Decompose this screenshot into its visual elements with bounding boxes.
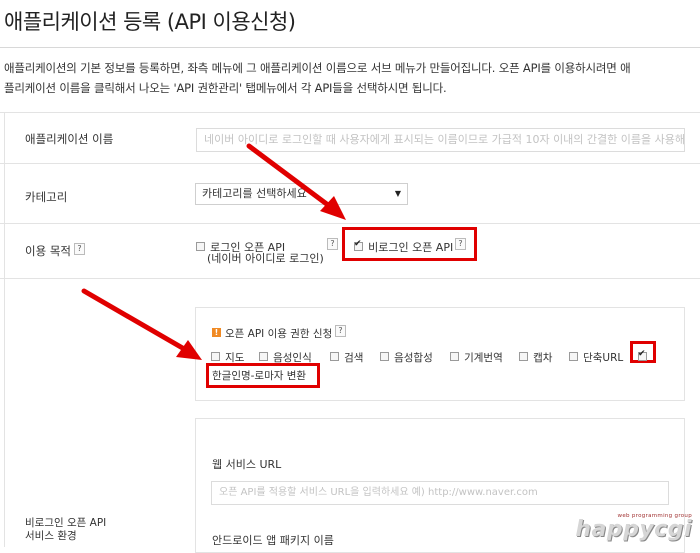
- page-description-line-2: 플리케이션 이름을 클릭해서 나오는 'API 권한관리' 탭메뉴에서 각 AP…: [4, 81, 447, 95]
- watermark-logo: web programming group happycgi: [575, 513, 692, 541]
- checkbox-icon[interactable]: [450, 352, 459, 361]
- app-name-input[interactable]: 네이버 아이디로 로그인할 때 사용자에게 표시되는 이름이므로 가급적 10자…: [196, 128, 685, 152]
- android-package-label: 안드로이드 앱 패키지 이름: [212, 534, 334, 547]
- chevron-down-icon: ▼: [394, 189, 401, 198]
- row-divider: [0, 278, 700, 279]
- permission-item-speech-synthesis[interactable]: 음성합성: [380, 346, 433, 365]
- warning-icon: !: [212, 328, 221, 337]
- row-divider: [0, 163, 700, 164]
- form-left-border: [4, 112, 5, 547]
- permission-item-label: 캡차: [533, 352, 553, 364]
- category-selected-value: 카테고리를 선택하세요: [202, 187, 307, 200]
- login-api-sublabel: (네이버 아이디로 로그인): [207, 252, 324, 265]
- checkbox-icon[interactable]: [196, 242, 205, 251]
- category-select[interactable]: 카테고리를 선택하세요 ▼: [195, 183, 408, 205]
- app-name-label: 애플리케이션 이름: [25, 132, 114, 146]
- nonlogin-api-option[interactable]: 비로그인 오픈 API: [354, 236, 453, 255]
- login-api-help-icon[interactable]: ?: [327, 238, 338, 250]
- purpose-help-icon[interactable]: ?: [74, 243, 85, 255]
- row-divider: [0, 223, 700, 224]
- permission-item-captcha[interactable]: 캡차: [519, 346, 552, 365]
- permission-item-translation[interactable]: 기계번역: [450, 346, 503, 365]
- purpose-label: 이용 목적: [25, 244, 71, 258]
- checkbox-icon[interactable]: [569, 352, 578, 361]
- checkbox-icon[interactable]: [519, 352, 528, 361]
- service-env-label-line-2: 서비스 환경: [25, 530, 77, 542]
- checkbox-icon[interactable]: [211, 352, 220, 361]
- form-top-border: [0, 112, 700, 113]
- web-url-label: 웹 서비스 URL: [212, 458, 282, 471]
- checkbox-icon[interactable]: [354, 239, 363, 251]
- checkbox-icon[interactable]: [638, 349, 647, 361]
- watermark-title: happycgi: [575, 517, 692, 542]
- permission-item-label: 기계번역: [464, 352, 503, 364]
- checkbox-icon[interactable]: [380, 352, 389, 361]
- page-description-line-1: 애플리케이션의 기본 정보를 등록하면, 좌측 메뉴에 그 애플리케이션 이름으…: [4, 61, 631, 75]
- permission-item-short-url[interactable]: 단축URL: [569, 346, 623, 365]
- nonlogin-api-help-icon[interactable]: ?: [455, 238, 466, 250]
- permission-item-search[interactable]: 검색: [330, 346, 363, 365]
- permission-title: 오픈 API 이용 권한 신청: [225, 328, 333, 340]
- checkbox-icon[interactable]: [259, 352, 268, 361]
- permission-item-label: 단축URL: [583, 352, 624, 364]
- title-divider: [0, 47, 700, 48]
- permission-item-label: 검색: [344, 352, 364, 364]
- page-title: 애플리케이션 등록 (API 이용신청): [4, 10, 296, 34]
- permission-item-romanization[interactable]: [638, 346, 647, 365]
- permission-item-label: 음성합성: [394, 352, 433, 364]
- romanization-label: 한글인명-로마자 변환: [212, 370, 307, 382]
- nonlogin-api-label: 비로그인 오픈 API: [368, 241, 454, 254]
- permission-help-icon[interactable]: ?: [335, 325, 346, 337]
- web-url-input[interactable]: 오픈 API를 적용할 서비스 URL을 입력하세요 예) http://www…: [211, 481, 669, 505]
- arrow-to-permission-panel: [81, 288, 202, 360]
- category-label: 카테고리: [25, 190, 68, 204]
- checkbox-icon[interactable]: [330, 352, 339, 361]
